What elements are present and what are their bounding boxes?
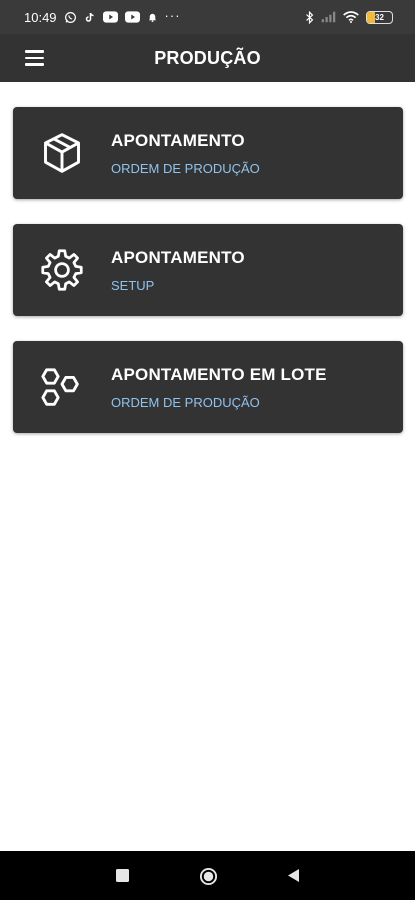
card-text: APONTAMENTO ORDEM DE PRODUÇÃO bbox=[111, 131, 260, 176]
card-apontamento-em-lote[interactable]: APONTAMENTO EM LOTE ORDEM DE PRODUÇÃO bbox=[13, 341, 403, 433]
card-subtitle: SETUP bbox=[111, 277, 155, 293]
status-bar-left: 10:49 ··· bbox=[24, 7, 181, 25]
status-time: 10:49 bbox=[24, 9, 57, 25]
tiktok-icon bbox=[84, 11, 96, 24]
card-text: APONTAMENTO SETUP bbox=[111, 248, 245, 293]
overflow-dots: ··· bbox=[164, 7, 181, 23]
notification-bell-icon bbox=[147, 11, 158, 23]
card-text: APONTAMENTO EM LOTE ORDEM DE PRODUÇÃO bbox=[111, 365, 327, 410]
wifi-icon bbox=[343, 11, 359, 23]
hamburger-menu-icon[interactable] bbox=[17, 46, 49, 70]
back-triangle-icon[interactable] bbox=[285, 867, 301, 883]
status-bar: 10:49 ··· 32 bbox=[0, 0, 415, 34]
youtube-icon bbox=[124, 11, 140, 23]
menu-card-list: APONTAMENTO ORDEM DE PRODUÇÃO APONTAMENT… bbox=[13, 107, 403, 433]
page-title: PRODUÇÃO bbox=[154, 47, 261, 68]
system-nav-bar bbox=[0, 851, 415, 900]
card-title: APONTAMENTO EM LOTE bbox=[111, 364, 327, 384]
box-icon bbox=[13, 107, 111, 199]
whatsapp-icon bbox=[64, 11, 77, 24]
battery-level: 32 bbox=[375, 12, 384, 22]
card-subtitle: ORDEM DE PRODUÇÃO bbox=[111, 394, 260, 410]
home-circle-icon[interactable] bbox=[198, 866, 218, 886]
recents-square-icon[interactable] bbox=[114, 867, 130, 883]
youtube-icon bbox=[102, 11, 118, 23]
cellular-signal-icon bbox=[321, 11, 336, 23]
hexagons-icon bbox=[13, 341, 111, 433]
card-title: APONTAMENTO bbox=[111, 130, 245, 150]
battery-indicator: 32 bbox=[366, 10, 393, 24]
app-bar: PRODUÇÃO bbox=[0, 34, 415, 82]
card-apontamento-ordem-producao[interactable]: APONTAMENTO ORDEM DE PRODUÇÃO bbox=[13, 107, 403, 199]
bluetooth-icon bbox=[305, 10, 314, 24]
status-bar-right: 32 bbox=[305, 10, 393, 24]
card-title: APONTAMENTO bbox=[111, 247, 245, 267]
card-subtitle: ORDEM DE PRODUÇÃO bbox=[111, 160, 260, 176]
gear-icon bbox=[13, 224, 111, 316]
card-apontamento-setup[interactable]: APONTAMENTO SETUP bbox=[13, 224, 403, 316]
